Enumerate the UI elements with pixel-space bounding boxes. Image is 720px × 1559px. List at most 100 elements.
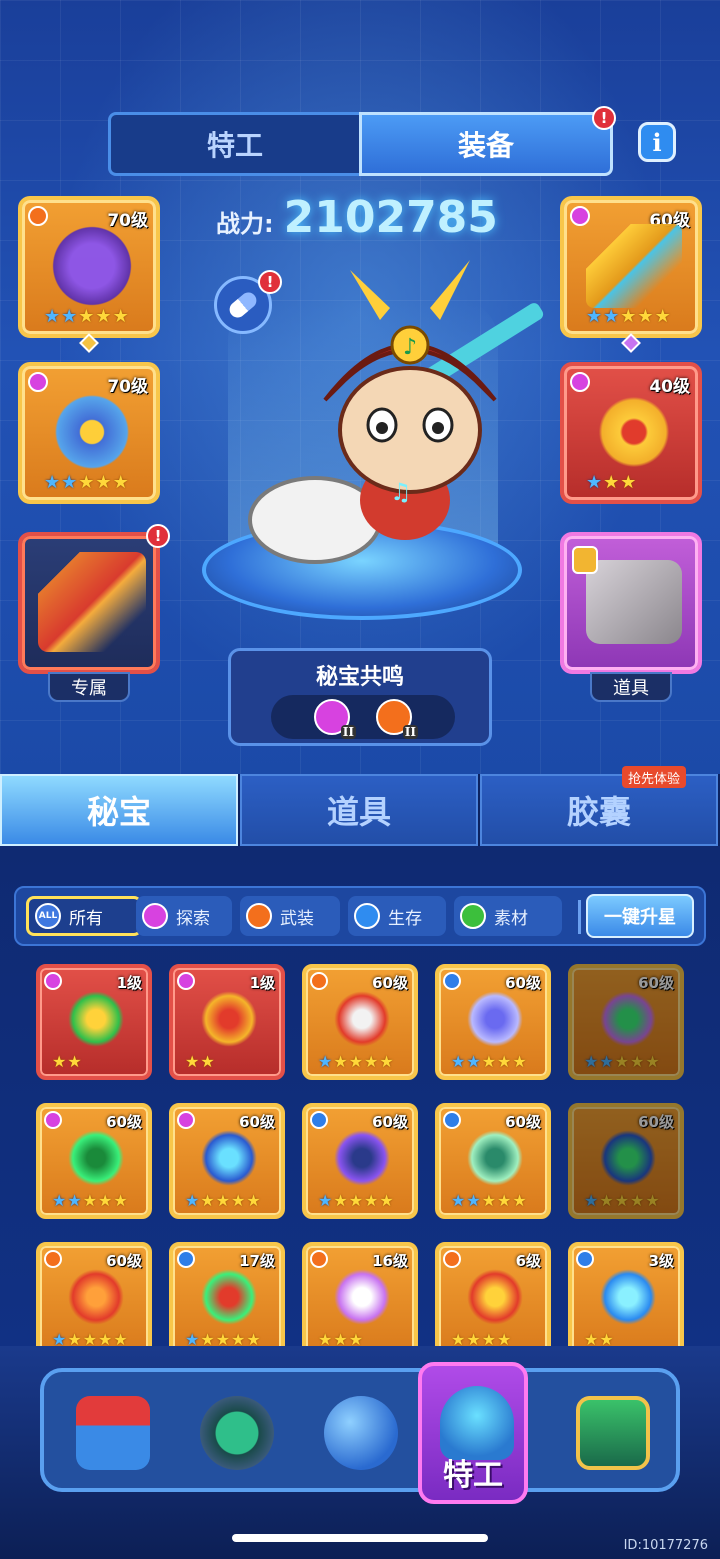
pyramid-art	[586, 224, 682, 308]
exclusive-caption: 专属	[48, 672, 130, 702]
explore-icon	[570, 206, 590, 226]
item-art	[326, 1268, 398, 1326]
explore-icon	[142, 903, 168, 929]
treasure-item[interactable]: 60级 ★ ★ ★ ★ ★	[435, 964, 551, 1080]
crown-icon	[44, 1250, 62, 1268]
treasure-item[interactable]: 1级 ★ ★	[36, 964, 152, 1080]
home-indicator[interactable]	[232, 1534, 488, 1542]
item-art	[193, 990, 265, 1048]
shield-icon	[443, 1111, 461, 1129]
filter-all[interactable]: ALL 所有	[26, 896, 142, 936]
item-level: 60级	[239, 1113, 275, 1131]
filter-explore[interactable]: 探索	[136, 896, 232, 936]
lock-icon	[572, 546, 598, 574]
treasure-item[interactable]: 60级 ★ ★ ★ ★ ★	[435, 1103, 551, 1219]
explore-icon	[28, 372, 48, 392]
device-id: ID:10177276	[623, 1538, 708, 1553]
item-level: 60级	[505, 1113, 541, 1131]
nav-agent[interactable]: 特工	[418, 1362, 528, 1504]
equip-slot-left-2[interactable]: 70级 ★ ★ ★ ★ ★	[18, 362, 160, 504]
info-button[interactable]: i	[638, 122, 676, 162]
star-rating: ★ ★ ★ ★ ★	[584, 1191, 660, 1210]
explore-icon	[44, 1111, 62, 1129]
item-art	[60, 1268, 132, 1326]
treasure-item[interactable]: 60级 ★ ★ ★ ★ ★	[568, 1103, 684, 1219]
explore-icon	[44, 972, 62, 990]
crown-icon	[310, 1250, 328, 1268]
equip-slot-right-1[interactable]: 60级 ★ ★ ★ ★ ★	[560, 196, 702, 338]
item-art	[459, 1129, 531, 1187]
item-level: 60级	[638, 974, 674, 992]
resonance-icons: II II	[271, 695, 455, 739]
treasure-item[interactable]: 16级 ★ ★ ★	[302, 1242, 418, 1358]
star-rating: ★ ★ ★	[586, 472, 637, 493]
one-click-upstar-button[interactable]: 一键升星	[586, 894, 694, 938]
exclusive-slot[interactable]	[18, 532, 160, 674]
planet-icon	[324, 1396, 398, 1470]
item-art	[326, 990, 398, 1048]
crown-icon	[310, 972, 328, 990]
tab-treasure[interactable]: 秘宝	[0, 774, 238, 846]
samurai-guitar-hero: ♪ ♫	[248, 260, 544, 564]
treasure-resonance-panel[interactable]: 秘宝共鸣 II II	[228, 648, 492, 746]
tab-agent[interactable]: 特工	[108, 112, 359, 176]
blue-monster-art	[44, 390, 140, 474]
tab-equipment[interactable]: 装备	[359, 112, 613, 176]
treasure-item[interactable]: 17级 ★ ★ ★ ★ ★	[169, 1242, 285, 1358]
item-art	[60, 1129, 132, 1187]
explore-icon	[177, 972, 195, 990]
item-art	[60, 990, 132, 1048]
filter-survival[interactable]: 生存	[348, 896, 446, 936]
item-caption: 道具	[590, 672, 672, 702]
item-art	[459, 990, 531, 1048]
pill-alert-icon: !	[258, 270, 282, 294]
power-label: 战力:	[216, 210, 274, 238]
star-rating: ★ ★ ★ ★ ★	[318, 1052, 394, 1071]
item-level: 1级	[249, 974, 275, 992]
nav-radar[interactable]	[182, 1382, 292, 1492]
gem-icon	[460, 903, 486, 929]
shield-icon	[177, 1250, 195, 1268]
treasure-item[interactable]: 60级 ★ ★ ★ ★ ★	[302, 1103, 418, 1219]
item-slot[interactable]	[560, 532, 702, 674]
treasure-item[interactable]: 60级 ★ ★ ★ ★ ★	[169, 1103, 285, 1219]
treasure-item[interactable]: 1级 ★ ★	[169, 964, 285, 1080]
treasure-item[interactable]: 6级 ★ ★ ★ ★	[435, 1242, 551, 1358]
golden-glove-art	[586, 390, 682, 474]
crown-icon	[443, 1250, 461, 1268]
star-rating: ★ ★	[52, 1052, 82, 1071]
item-art	[592, 1129, 664, 1187]
treasure-item[interactable]: 60级 ★ ★ ★ ★ ★	[302, 964, 418, 1080]
item-level: 60级	[505, 974, 541, 992]
nav-capsule[interactable]	[564, 1382, 660, 1492]
shield-icon	[310, 1111, 328, 1129]
radar-icon	[200, 1396, 274, 1470]
all-icon: ALL	[35, 903, 61, 929]
treasure-item[interactable]: 60级 ★ ★ ★ ★ ★	[568, 964, 684, 1080]
item-level: 60级	[106, 1252, 142, 1270]
combat-power: 战力: 2102785	[216, 192, 498, 243]
explore-icon	[177, 1111, 195, 1129]
slot-level: 70级	[107, 211, 148, 231]
item-art	[459, 1268, 531, 1326]
star-rating: ★ ★ ★ ★ ★	[586, 306, 671, 327]
item-level: 1级	[116, 974, 142, 992]
filter-material[interactable]: 素材	[454, 896, 562, 936]
equip-slot-right-2[interactable]: 40级 ★ ★ ★	[560, 362, 702, 504]
nav-shop[interactable]	[58, 1382, 168, 1492]
star-rating: ★ ★ ★ ★ ★	[584, 1052, 660, 1071]
inventory-panel: ALL 所有 探索 武装 生存 素材 一键升星 1级 ★ ★ 1级 ★ ★ 60级 ★ ★ ★ ★ ★…	[0, 846, 720, 1358]
filter-armed[interactable]: 武装	[240, 896, 340, 936]
treasure-item[interactable]: 60级 ★ ★ ★ ★ ★	[36, 1242, 152, 1358]
treasure-item[interactable]: 60级 ★ ★ ★ ★ ★	[36, 1103, 152, 1219]
svg-text:♫: ♫	[390, 478, 412, 506]
item-art	[193, 1129, 265, 1187]
tab-props[interactable]: 道具	[240, 774, 478, 846]
item-level: 60级	[372, 974, 408, 992]
arcade-machine-icon	[76, 1396, 150, 1470]
equip-slot-left-1[interactable]: 70级 ★ ★ ★ ★ ★	[18, 196, 160, 338]
divider	[578, 900, 581, 934]
top-tab-bar: 特工 装备	[108, 112, 613, 176]
treasure-item[interactable]: 3级 ★ ★	[568, 1242, 684, 1358]
nav-planet[interactable]	[306, 1382, 416, 1492]
